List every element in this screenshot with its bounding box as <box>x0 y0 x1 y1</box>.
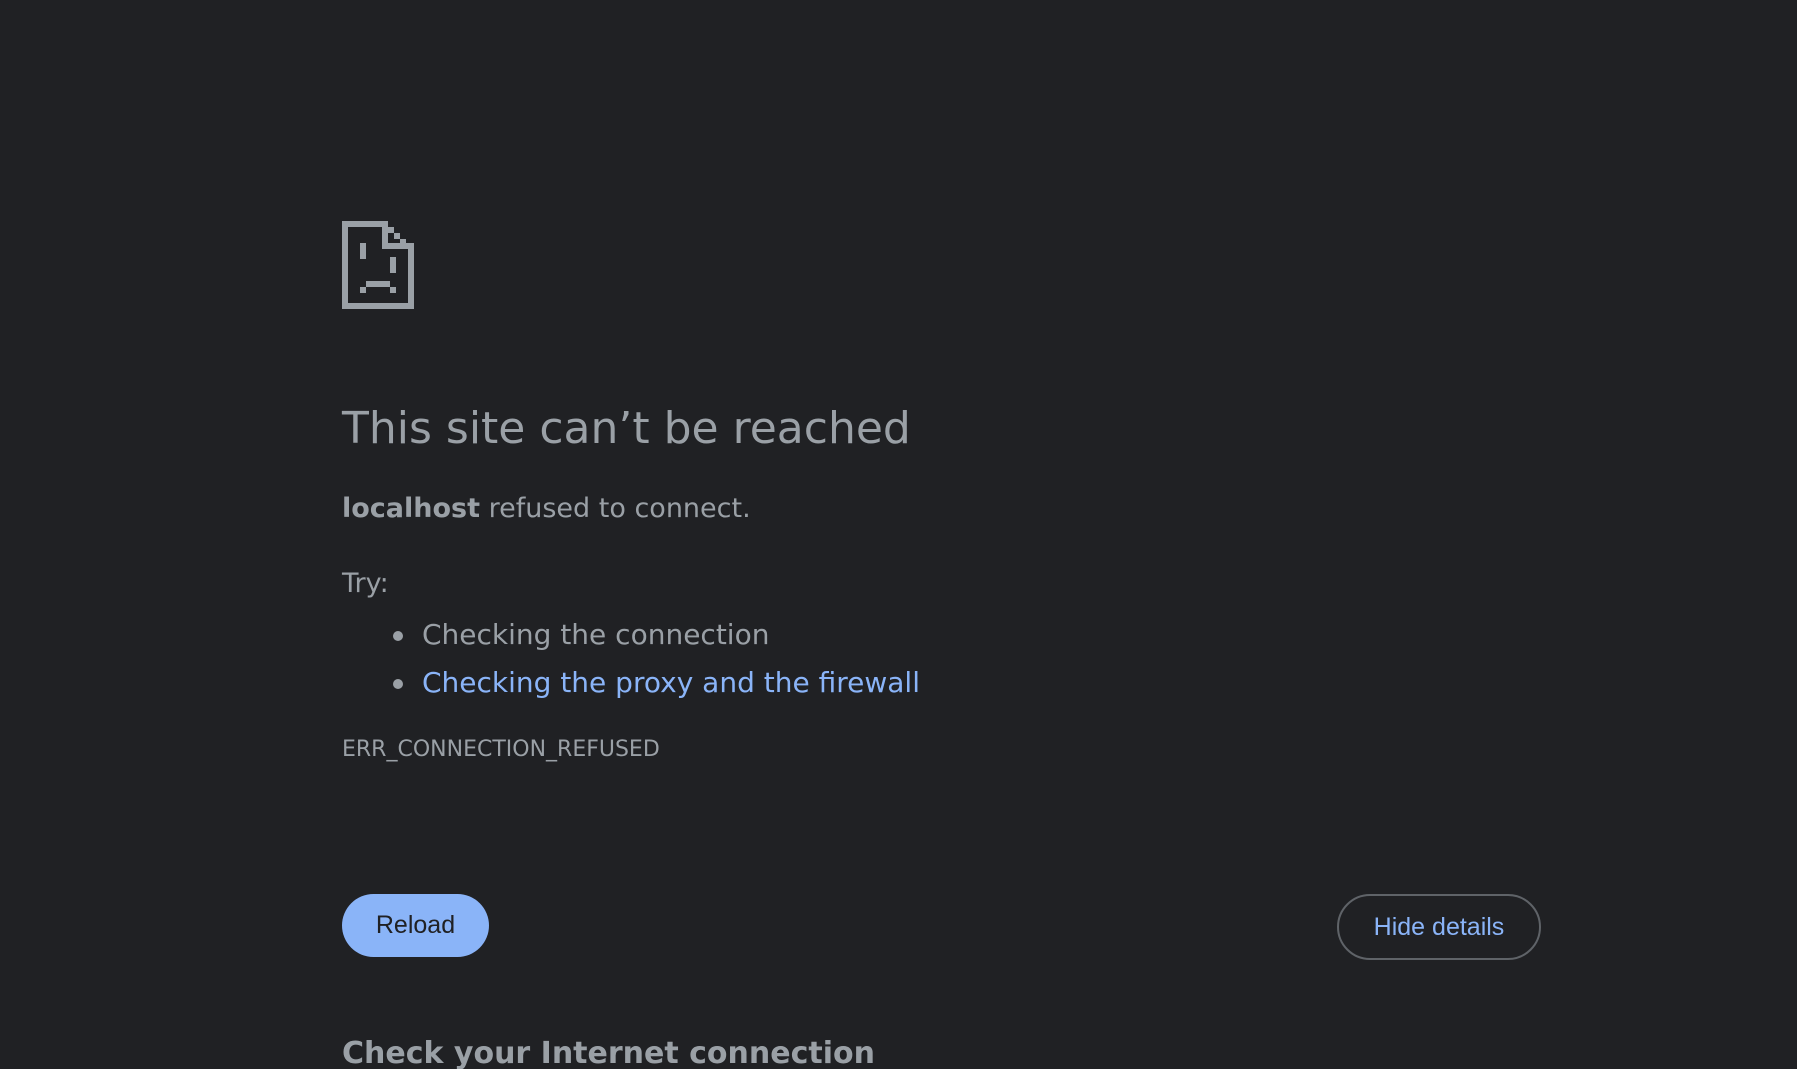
sad-document-icon <box>342 221 414 309</box>
hide-details-button[interactable]: Hide details <box>1337 894 1541 960</box>
try-label: Try: <box>342 568 389 600</box>
details-heading: Check your Internet connection <box>342 1036 875 1069</box>
host-name: localhost <box>342 493 481 524</box>
suggestion-text: Checking the connection <box>422 618 770 652</box>
suggestion-list: Checking the connection Checking the pro… <box>342 611 1542 707</box>
reload-button[interactable]: Reload <box>342 894 489 957</box>
summary-text: refused to connect. <box>480 493 751 524</box>
error-content: This site can’t be reached localhost ref… <box>342 221 1542 762</box>
proxy-firewall-link[interactable]: Checking the proxy and the firewall <box>422 666 920 699</box>
error-code: ERR_CONNECTION_REFUSED <box>342 737 660 763</box>
suggestion-check-proxy: Checking the proxy and the firewall <box>393 659 1542 707</box>
suggestion-check-connection: Checking the connection <box>393 611 1542 659</box>
error-summary: localhost refused to connect. <box>342 493 1542 525</box>
page-title: This site can’t be reached <box>342 403 911 454</box>
error-page: This site can’t be reached localhost ref… <box>0 0 1797 1069</box>
